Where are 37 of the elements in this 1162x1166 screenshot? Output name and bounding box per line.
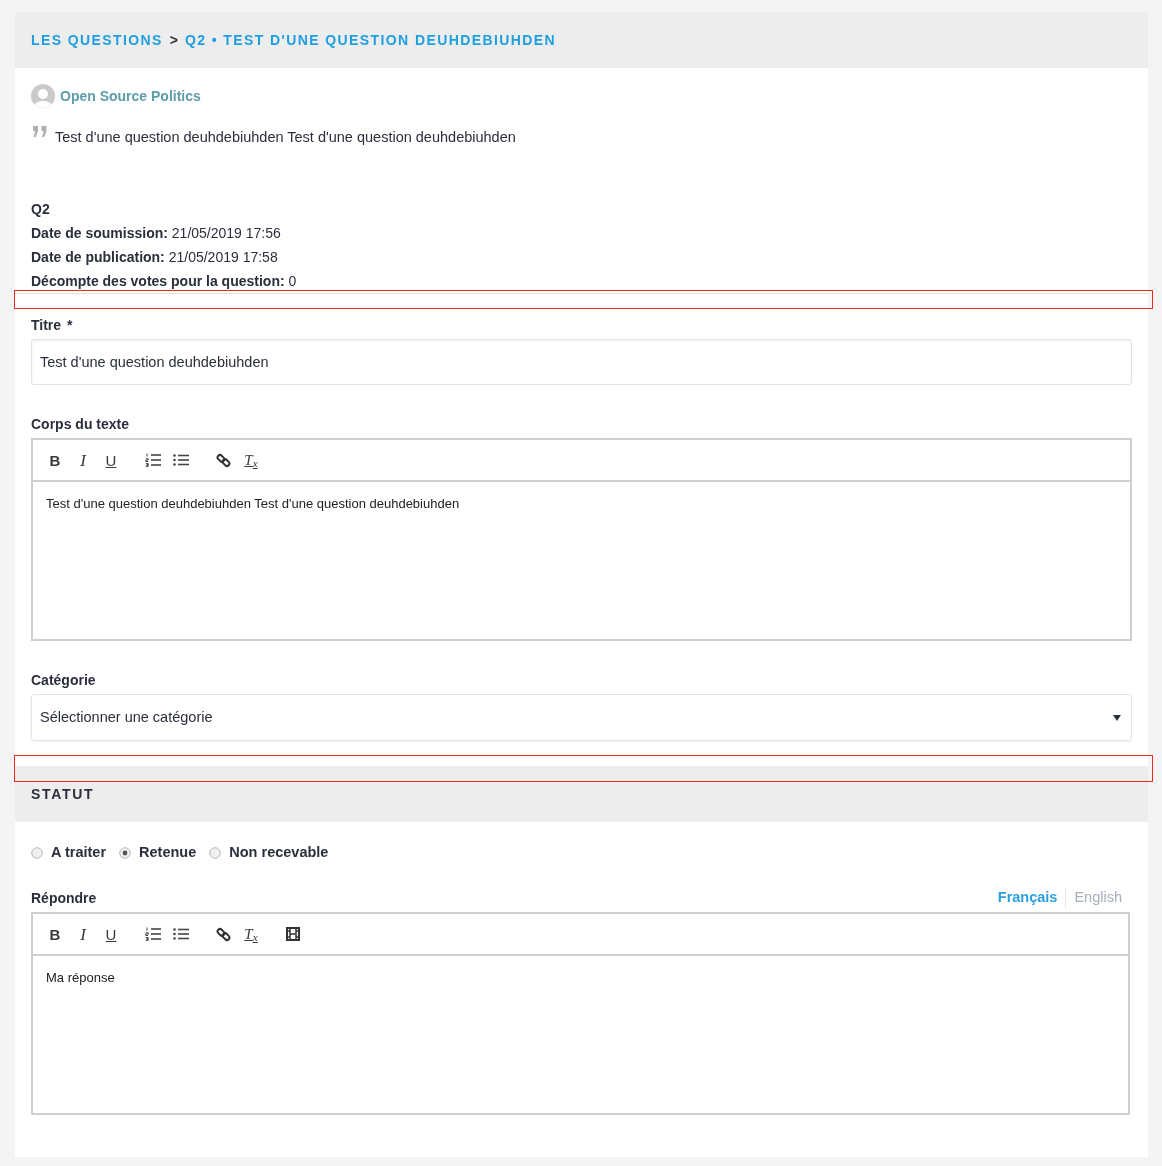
- category-select[interactable]: Sélectionner une catégorie: [31, 694, 1132, 741]
- caret-icon: [1113, 714, 1121, 721]
- clear-format-button[interactable]: T$_{x}$: [237, 448, 265, 472]
- numbered-list-icon: [145, 927, 161, 941]
- bold-button[interactable]: B: [41, 448, 69, 472]
- numbered-list-icon: [145, 453, 161, 467]
- link-icon: [215, 926, 231, 942]
- field-label: Corps du texte: [31, 415, 130, 434]
- bullet-list-icon: [173, 454, 189, 466]
- quote-text: Test d'une question deuhdebiuhden Test d'une question deuhdebiuhden: [55, 128, 516, 147]
- underline-button[interactable]: U: [97, 922, 125, 946]
- section-title: STATUT: [31, 784, 95, 804]
- breadcrumb-separator: >: [169, 30, 178, 50]
- clear-format-button[interactable]: T$_{x}$: [237, 922, 265, 946]
- italic-button[interactable]: I: [69, 448, 97, 472]
- required-mark: *: [67, 316, 73, 335]
- avatar-icon: [31, 84, 55, 108]
- detail-line: Décompte des votes pour la question: 0: [31, 272, 298, 291]
- status-radio[interactable]: A traiter: [31, 842, 107, 864]
- underline-button[interactable]: U: [97, 448, 125, 472]
- status-radio[interactable]: Non recevable: [209, 842, 329, 864]
- bold-button[interactable]: B: [41, 922, 69, 946]
- field-label: Titre: [31, 316, 62, 335]
- title-input[interactable]: Test d'une question deuhdebiuhden: [31, 339, 1132, 385]
- detail-line: Date de publication: 21/05/2019 17:58: [31, 248, 279, 267]
- field-label: Catégorie: [31, 671, 97, 690]
- italic-button[interactable]: I: [69, 922, 97, 946]
- editor-field[interactable]: Test d'une question deuhdebiuhden Test d'une question deuhdebiuhden: [33, 482, 1130, 639]
- detail-line: Date de soumission: 21/05/2019 17:56: [31, 224, 282, 243]
- film-icon: [286, 927, 300, 941]
- editor-field[interactable]: Ma réponse: [33, 956, 1128, 1113]
- status-radio[interactable]: Retenue: [119, 842, 197, 864]
- question-reference: Q2: [31, 200, 51, 219]
- link-icon: [215, 452, 231, 468]
- bullet-list-icon: [173, 928, 189, 940]
- quote-icon: [32, 126, 48, 137]
- field-label: Répondre: [31, 889, 97, 908]
